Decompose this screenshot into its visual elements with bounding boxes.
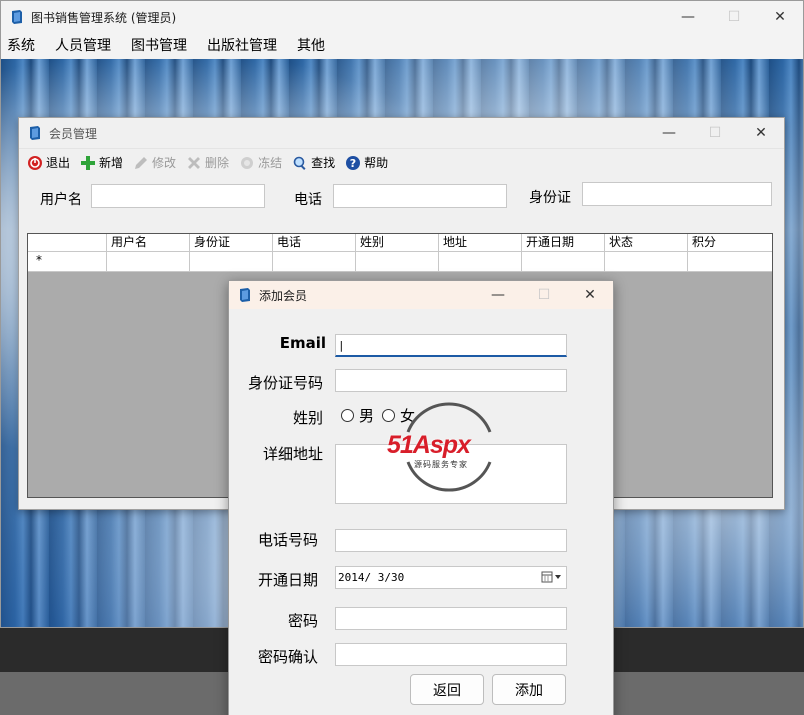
- phone-search-input[interactable]: [333, 184, 507, 208]
- back-button[interactable]: 返回: [410, 674, 484, 705]
- id-search-input[interactable]: [582, 182, 772, 206]
- column-header[interactable]: 身份证: [190, 234, 273, 251]
- phone-field[interactable]: [335, 529, 567, 552]
- new-row-marker: *: [28, 252, 107, 271]
- freeze-icon: [239, 155, 255, 171]
- gender-label: 姓别: [292, 409, 323, 427]
- menu-books[interactable]: 图书管理: [121, 33, 197, 59]
- member-minimize-button[interactable]: —: [646, 118, 692, 148]
- password-field[interactable]: [335, 607, 567, 630]
- id-number-label: 身份证号码: [247, 374, 323, 392]
- book-app-icon: [12, 10, 22, 24]
- freeze-button[interactable]: 冻结: [239, 154, 282, 171]
- add-member-dialog: 添加会员 — ☐ ✕ Email | 身份证号码 姓别 男 女 详细地址 电话号…: [228, 280, 614, 715]
- member-close-button[interactable]: ✕: [738, 118, 784, 148]
- help-icon: ?: [345, 155, 361, 171]
- gender-male-radio[interactable]: 男: [341, 405, 374, 426]
- member-window-title: 会员管理: [49, 126, 98, 141]
- edit-button[interactable]: 修改: [133, 154, 176, 171]
- grid-cell[interactable]: [107, 252, 190, 271]
- member-maximize-button[interactable]: ☐: [692, 118, 738, 148]
- menu-publisher[interactable]: 出版社管理: [197, 33, 287, 59]
- grid-cell[interactable]: [190, 252, 273, 271]
- grid-header: 用户名 身份证 电话 姓别 地址 开通日期 状态 积分: [28, 234, 772, 252]
- username-search-label: 用户名: [40, 192, 82, 208]
- grid-cell[interactable]: [688, 252, 772, 271]
- main-window-title: 图书销售管理系统 (管理员): [31, 10, 177, 25]
- dialog-title: 添加会员: [259, 288, 308, 303]
- phone-search-label: 电话: [294, 192, 322, 208]
- watermark-logo: 51Aspx 源码服务专家: [386, 402, 512, 494]
- open-date-value: 2014/ 3/30: [338, 571, 405, 584]
- find-button[interactable]: 查找: [292, 154, 335, 171]
- add-submit-button[interactable]: 添加: [492, 674, 566, 705]
- close-button[interactable]: ✕: [757, 1, 803, 33]
- menu-system[interactable]: 系统: [1, 33, 45, 59]
- minimize-button[interactable]: —: [665, 1, 711, 33]
- help-button[interactable]: ? 帮助: [345, 154, 388, 171]
- watermark-brand: 51Aspx: [387, 431, 471, 459]
- edit-icon: [133, 155, 149, 171]
- delete-button[interactable]: 删除: [186, 154, 229, 171]
- column-header[interactable]: 积分: [688, 234, 772, 251]
- add-icon: [80, 155, 96, 171]
- password-label: 密码: [287, 612, 318, 630]
- menu-personnel[interactable]: 人员管理: [45, 33, 121, 59]
- menubar: 系统 人员管理 图书管理 出版社管理 其他: [1, 33, 803, 59]
- exit-button[interactable]: 退出: [27, 154, 70, 171]
- radio-circle-icon: [341, 408, 354, 422]
- search-row: 用户名 电话 身份证: [19, 176, 784, 222]
- email-field[interactable]: |: [335, 334, 567, 357]
- password-confirm-label: 密码确认: [257, 648, 318, 666]
- calendar-dropdown-icon[interactable]: [541, 570, 563, 584]
- member-title-bar[interactable]: 会员管理 — ☐ ✕: [19, 118, 784, 148]
- add-button[interactable]: 新增: [80, 154, 123, 171]
- exit-icon: [27, 155, 43, 171]
- address-label: 详细地址: [262, 445, 323, 463]
- dialog-minimize-button[interactable]: —: [475, 281, 521, 309]
- book-app-icon: [30, 126, 40, 140]
- book-app-icon: [240, 288, 250, 302]
- column-header[interactable]: 姓别: [356, 234, 439, 251]
- email-label: Email: [279, 334, 326, 352]
- watermark-tagline: 源码服务专家: [414, 460, 468, 469]
- dialog-close-button[interactable]: ✕: [567, 281, 613, 309]
- column-header[interactable]: 用户名: [107, 234, 190, 251]
- svg-text:?: ?: [350, 157, 356, 170]
- username-search-input[interactable]: [91, 184, 265, 208]
- phone-label: 电话号码: [257, 531, 318, 549]
- grid-cell[interactable]: [522, 252, 605, 271]
- column-header[interactable]: 电话: [273, 234, 356, 251]
- delete-icon: [186, 155, 202, 171]
- table-row[interactable]: *: [28, 252, 772, 272]
- grid-cell[interactable]: [439, 252, 522, 271]
- search-icon: [292, 155, 308, 171]
- column-header[interactable]: 开通日期: [522, 234, 605, 251]
- password-confirm-field[interactable]: [335, 643, 567, 666]
- open-date-picker[interactable]: 2014/ 3/30: [335, 566, 567, 589]
- column-header[interactable]: 地址: [439, 234, 522, 251]
- dialog-title-bar[interactable]: 添加会员 — ☐ ✕: [229, 281, 613, 309]
- dialog-maximize-button[interactable]: ☐: [521, 281, 567, 309]
- column-header[interactable]: 状态: [605, 234, 688, 251]
- maximize-button[interactable]: ☐: [711, 1, 757, 33]
- open-date-label: 开通日期: [257, 571, 318, 589]
- grid-corner-cell: [28, 234, 107, 251]
- id-search-label: 身份证: [529, 190, 571, 206]
- grid-cell[interactable]: [356, 252, 439, 271]
- member-toolbar: 退出 新增 修改 删除 冻结 查找 ? 帮助: [19, 148, 784, 176]
- main-title-bar[interactable]: 图书销售管理系统 (管理员) — ☐ ✕: [1, 1, 803, 33]
- grid-cell[interactable]: [273, 252, 356, 271]
- grid-cell[interactable]: [605, 252, 688, 271]
- id-number-field[interactable]: [335, 369, 567, 392]
- menu-other[interactable]: 其他: [287, 33, 335, 59]
